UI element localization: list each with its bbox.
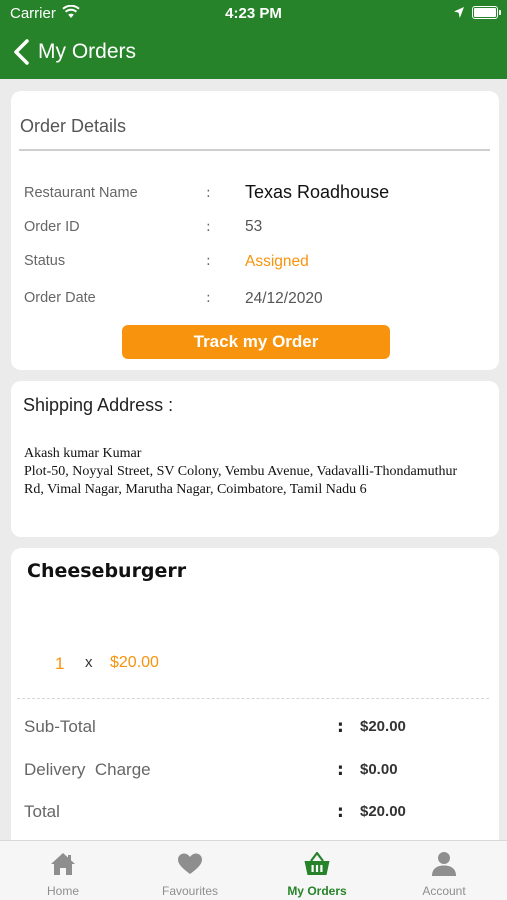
restaurant-label: Restaurant Name bbox=[24, 185, 138, 201]
divider bbox=[19, 149, 490, 151]
back-chevron-icon[interactable] bbox=[10, 38, 36, 66]
item-name: Cheeseburgerr bbox=[27, 560, 187, 582]
separator: : bbox=[206, 185, 211, 201]
shipping-address-card: Shipping Address : Akash kumar Kumar Plo… bbox=[11, 381, 499, 537]
tab-favourites-label: Favourites bbox=[161, 884, 219, 898]
tab-bar: Home Favourites My Orders Account bbox=[0, 840, 507, 900]
total-label: Total bbox=[24, 802, 60, 821]
heart-icon bbox=[178, 853, 202, 874]
order-id-value: 53 bbox=[245, 218, 263, 235]
battery-icon bbox=[472, 6, 501, 19]
subtotal-label: Sub-Total bbox=[24, 717, 96, 736]
delivery-value: $0.00 bbox=[360, 761, 398, 778]
separator: : bbox=[206, 219, 211, 235]
person-icon bbox=[432, 852, 456, 876]
item-price: $20.00 bbox=[110, 654, 159, 671]
multiply-sign: x bbox=[85, 654, 93, 671]
page-title[interactable]: My Orders bbox=[38, 40, 136, 64]
order-id-label: Order ID bbox=[24, 219, 80, 235]
tab-account-label: Account bbox=[422, 884, 466, 898]
separator: : bbox=[337, 717, 344, 737]
location-arrow-icon bbox=[454, 7, 464, 18]
separator: : bbox=[337, 802, 344, 822]
status-label: Status bbox=[24, 253, 66, 269]
tab-my-orders-label: My Orders bbox=[287, 884, 347, 898]
tab-account[interactable]: Account bbox=[381, 841, 507, 900]
home-icon bbox=[51, 853, 75, 875]
status-value: Assigned bbox=[245, 253, 309, 270]
recipient-name: Akash kumar Kumar bbox=[24, 446, 142, 461]
status-time: 4:23 PM bbox=[225, 5, 282, 22]
tab-my-orders[interactable]: My Orders bbox=[254, 841, 380, 900]
shipping-title: Shipping Address : bbox=[23, 395, 174, 415]
tab-favourites[interactable]: Favourites bbox=[127, 841, 253, 900]
separator: : bbox=[206, 290, 211, 306]
separator: : bbox=[337, 760, 344, 780]
order-details-title: Order Details bbox=[20, 116, 127, 136]
delivery-label: Delivery Charge bbox=[24, 760, 151, 779]
restaurant-value: Texas Roadhouse bbox=[245, 182, 390, 202]
basket-icon bbox=[304, 851, 330, 875]
separator: : bbox=[206, 253, 211, 269]
total-value: $20.00 bbox=[360, 803, 406, 820]
nav-bar: My Orders bbox=[0, 28, 507, 79]
tab-home[interactable]: Home bbox=[0, 841, 126, 900]
tab-home-label: Home bbox=[46, 884, 79, 898]
dashed-divider bbox=[17, 698, 489, 699]
shipping-address: Plot-50, Noyyal Street, SV Colony, Vembu… bbox=[24, 464, 458, 497]
status-bar: Carrier 4:23 PM bbox=[0, 0, 507, 28]
track-order-button[interactable]: Track my Order bbox=[122, 325, 390, 359]
order-date-value: 24/12/2020 bbox=[245, 290, 323, 307]
order-details-card: Order Details Restaurant Name : Texas Ro… bbox=[11, 91, 499, 370]
item-quantity: 1 bbox=[55, 654, 65, 673]
order-date-label: Order Date bbox=[24, 290, 96, 306]
order-items-card: Cheeseburgerr 1 x $20.00 Sub-Total : $20… bbox=[11, 548, 499, 840]
subtotal-value: $20.00 bbox=[360, 718, 406, 735]
